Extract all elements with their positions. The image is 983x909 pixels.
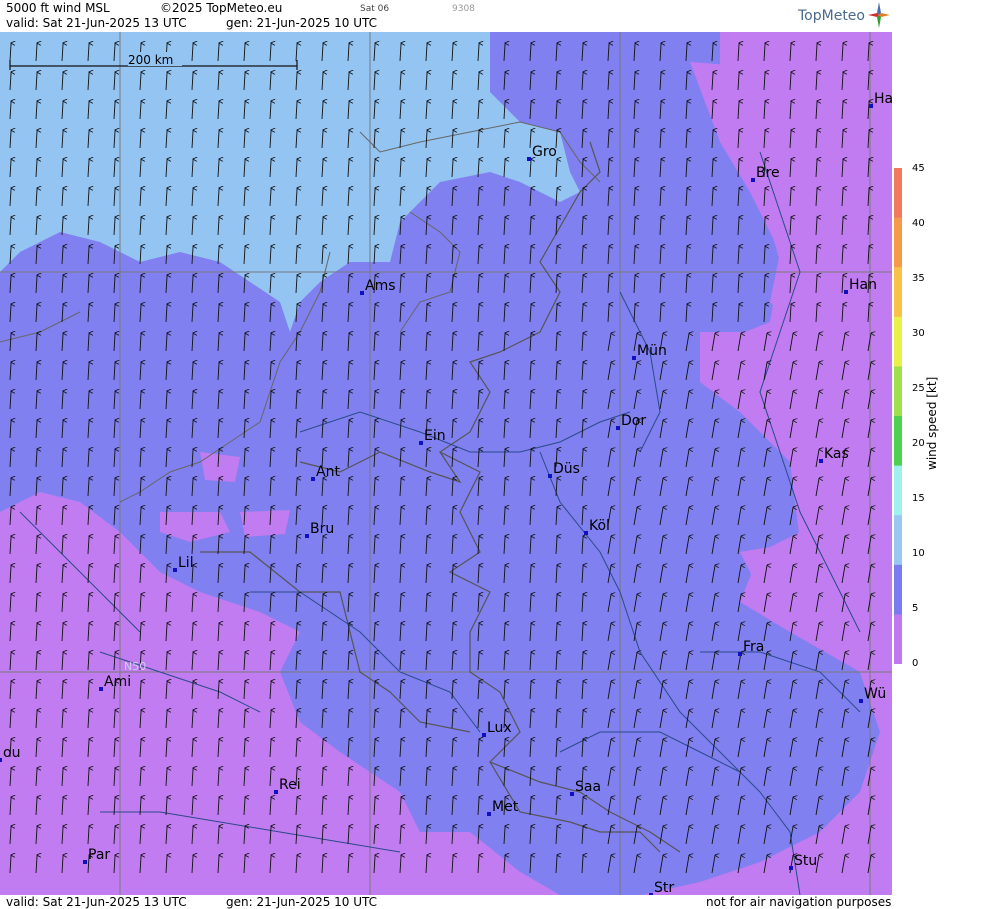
- colorbar-segment: [894, 267, 902, 318]
- city-label: Ein: [424, 428, 446, 444]
- scale-label: 200 km: [128, 53, 173, 67]
- wind-map[interactable]: 200 km N50 Ha Gro Bre Ams Han Mün Dor Ein Kas Ant…: [0, 32, 892, 895]
- legend-tick-label: 35: [912, 273, 925, 284]
- city-label: Par: [88, 847, 110, 863]
- city-marker: [751, 178, 755, 182]
- wind-patch-south: [310, 790, 340, 814]
- city-marker: [487, 812, 491, 816]
- city-marker: [83, 860, 87, 864]
- city-label: Str: [654, 880, 674, 895]
- topmeteo-logo: TopMeteo: [798, 8, 865, 24]
- city-marker: [419, 441, 423, 445]
- city-marker: [632, 356, 636, 360]
- city-label: Ha: [874, 91, 892, 107]
- latitude-label: N50: [124, 660, 146, 673]
- valid-time: valid: Sat 21-Jun-2025 13 UTC: [6, 16, 187, 30]
- footer-gen-time: gen: 21-Jun-2025 10 UTC: [226, 895, 378, 909]
- city-label: Ams: [365, 278, 396, 294]
- legend-tick-label: 30: [912, 328, 925, 339]
- city-label: Düs: [553, 461, 580, 477]
- legend-tick-label: 45: [912, 163, 925, 174]
- city-marker: [819, 459, 823, 463]
- city-marker: [173, 568, 177, 572]
- legend-tick-label: 25: [912, 383, 925, 394]
- colorbar-segment: [894, 614, 902, 664]
- city-label: Wü: [864, 686, 886, 702]
- city-label: Dor: [621, 413, 646, 429]
- city-marker: [616, 426, 620, 430]
- legend-tick-label: 15: [912, 493, 925, 504]
- city-marker: [482, 733, 486, 737]
- city-label: ou: [3, 745, 20, 761]
- run-code: 9308: [452, 4, 475, 14]
- city-label: Ant: [316, 464, 340, 480]
- city-marker: [844, 290, 848, 294]
- city-label: Lil: [178, 555, 194, 571]
- city-label: Han: [849, 277, 877, 293]
- city-label: Rei: [279, 777, 301, 793]
- colorbar-segment: [894, 217, 902, 268]
- city-marker: [584, 531, 588, 535]
- wind-speed-colorbar: [894, 168, 902, 664]
- wind-patch-west-3: [240, 510, 290, 537]
- header-bar: 5000 ft wind MSL ©2025 TopMeteo.eu Sat 0…: [0, 0, 892, 32]
- footer-disclaimer: not for air navigation purposes: [706, 895, 892, 909]
- colorbar-segment: [894, 366, 902, 417]
- city-label: Stu: [794, 853, 817, 869]
- copyright: ©2025 TopMeteo.eu: [160, 1, 283, 15]
- legend-tick-label: 40: [912, 218, 925, 229]
- colorbar-segment: [894, 564, 902, 615]
- colorbar-segment: [894, 316, 902, 367]
- city-marker: [0, 758, 2, 762]
- city-marker: [789, 866, 793, 870]
- wind-patch-west-2: [200, 452, 240, 482]
- legend-tick-label: 5: [912, 603, 919, 614]
- city-marker: [570, 792, 574, 796]
- city-label: Met: [492, 799, 519, 815]
- footer-valid-time: valid: Sat 21-Jun-2025 13 UTC: [6, 895, 187, 909]
- colorbar-segment: [894, 168, 902, 219]
- city-marker: [869, 104, 873, 108]
- city-marker: [548, 474, 552, 478]
- city-label: Fra: [743, 639, 764, 655]
- day-code: Sat 06: [360, 4, 390, 14]
- city-label: Bre: [756, 165, 780, 181]
- colorbar-segment: [894, 416, 902, 467]
- city-marker: [738, 652, 742, 656]
- city-label: Gro: [532, 144, 557, 160]
- city-marker: [274, 790, 278, 794]
- city-marker: [527, 157, 531, 161]
- city-label: Saa: [575, 779, 601, 795]
- colorbar-segment: [894, 465, 902, 516]
- gen-time: gen: 21-Jun-2025 10 UTC: [226, 16, 378, 30]
- city-marker: [99, 687, 103, 691]
- legend-tick-label: 0: [912, 658, 919, 669]
- city-label: Bru: [310, 521, 334, 537]
- legend-tick-label: 20: [912, 438, 925, 449]
- city-label: Ami: [104, 674, 131, 690]
- city-label: Köl: [589, 518, 610, 534]
- compass-logo-icon: [868, 2, 890, 28]
- legend-tick-label: 10: [912, 548, 925, 559]
- city-label: Mün: [637, 343, 667, 359]
- city-marker: [305, 534, 309, 538]
- product-title: 5000 ft wind MSL: [6, 1, 110, 15]
- colorbar-segment: [894, 515, 902, 566]
- city-label: Kas: [824, 446, 849, 462]
- city-marker: [311, 477, 315, 481]
- city-marker: [360, 291, 364, 295]
- footer-bar: valid: Sat 21-Jun-2025 13 UTC gen: 21-Ju…: [0, 895, 892, 909]
- city-marker: [859, 699, 863, 703]
- legend-unit-label: wind speed [kt]: [925, 376, 939, 470]
- city-label: Lux: [487, 720, 512, 736]
